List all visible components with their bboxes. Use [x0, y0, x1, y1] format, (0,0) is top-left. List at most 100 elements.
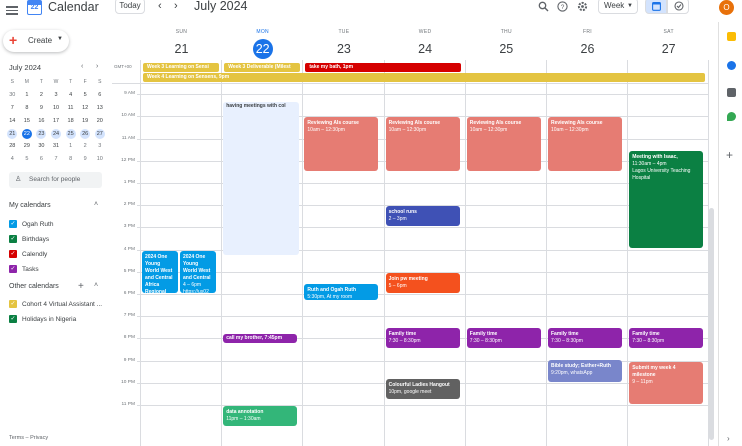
calendar-list-item[interactable]: ✓ Tasks [9, 265, 109, 276]
mini-day[interactable]: 21 [5, 128, 20, 141]
mini-day[interactable]: 3 [49, 89, 64, 102]
mini-day[interactable]: 4 [63, 89, 78, 102]
mini-day[interactable]: 11 [63, 102, 78, 115]
mini-day[interactable]: 24 [49, 128, 64, 141]
mini-day[interactable]: 5 [20, 153, 35, 166]
calendar-list-item[interactable]: ✓ Birthdays [9, 235, 109, 246]
mini-day[interactable]: 20 [92, 115, 107, 128]
mini-day[interactable]: 3 [92, 140, 107, 153]
mini-day[interactable]: 22 [20, 128, 35, 141]
search-icon[interactable] [537, 1, 549, 13]
get-addons-plus-icon[interactable]: + [726, 148, 733, 162]
calendar-checkbox[interactable]: ✓ [9, 235, 17, 243]
mini-day[interactable]: 7 [49, 153, 64, 166]
mini-day[interactable]: 6 [34, 153, 49, 166]
day-header[interactable]: FRI 26 [547, 29, 628, 59]
calendar-event[interactable]: having meetings with col [223, 101, 300, 256]
mini-day[interactable]: 14 [5, 115, 20, 128]
mini-day[interactable]: 1 [20, 89, 35, 102]
day-date[interactable]: 27 [659, 39, 679, 59]
view-selector[interactable]: Week ▼ [598, 0, 638, 14]
other-calendars-title[interactable]: Other calendars [9, 283, 59, 290]
calendar-event[interactable]: Meeting with Isaac, 11:30am – 4pm Lagos Un… [629, 150, 704, 249]
calendar-event[interactable]: Reviewing AIs course 10am – 12:30pm [385, 117, 460, 171]
day-header[interactable]: SAT 27 [628, 29, 709, 59]
calendar-checkbox[interactable]: ✓ [9, 315, 17, 323]
mini-day[interactable]: 30 [5, 89, 20, 102]
calendar-event[interactable]: Family time 7:30 – 8:30pm [385, 328, 460, 349]
mini-day[interactable]: 30 [34, 140, 49, 153]
settings-gear-icon[interactable] [576, 1, 588, 13]
mini-day[interactable]: 29 [20, 140, 35, 153]
mini-day[interactable]: 1 [63, 140, 78, 153]
day-header[interactable]: WED 24 [385, 29, 466, 59]
calendar-checkbox[interactable]: ✓ [9, 300, 17, 308]
day-date[interactable]: 22 [252, 39, 273, 59]
mini-day[interactable]: 28 [5, 140, 20, 153]
mini-day[interactable]: 31 [49, 140, 64, 153]
calendar-event[interactable]: data annotation 11pm – 1:30am [223, 405, 298, 427]
day-header[interactable]: TUE 23 [303, 29, 384, 59]
day-date[interactable]: 26 [578, 39, 598, 59]
terms-privacy-link[interactable]: Terms – Privacy [9, 435, 48, 441]
calendar-event[interactable]: Reviewing AIs course 10am – 12:30pm [466, 117, 541, 171]
calendar-checkbox[interactable]: ✓ [9, 220, 17, 228]
chevron-up-icon[interactable]: ˄ [94, 201, 98, 208]
day-date[interactable]: 24 [415, 39, 435, 59]
maps-icon[interactable] [727, 112, 736, 121]
calendar-event[interactable]: Reviewing AIs course 10am – 12:30pm [304, 117, 379, 171]
mini-day[interactable]: 25 [63, 128, 78, 141]
calendar-event[interactable]: 2024 One Young World West and Central Af… [142, 250, 178, 293]
mini-day[interactable]: 9 [78, 153, 93, 166]
calendar-event[interactable]: Join pw meeting 5 – 6pm [385, 272, 460, 293]
mini-day[interactable]: 26 [78, 128, 93, 141]
grid-scrollbar[interactable] [709, 208, 714, 440]
all-day-event[interactable]: Week 3 Learning on Sensi [143, 63, 219, 72]
mini-day[interactable]: 17 [49, 115, 64, 128]
today-button[interactable]: Today [115, 0, 145, 14]
search-people-input[interactable]: ♙ Search for people [9, 172, 102, 188]
add-calendar-icon[interactable]: + [78, 281, 84, 292]
calendar-list-item[interactable]: ✓ Cohort 4 Virtual Assistant ... [9, 300, 109, 311]
account-avatar[interactable]: O [719, 0, 734, 15]
mini-day[interactable]: 5 [78, 89, 93, 102]
calendar-list-item[interactable]: ✓ Holidays in Nigeria [9, 315, 109, 326]
main-menu-icon[interactable] [6, 4, 18, 16]
calendar-event[interactable]: school runs 2 – 3pm [385, 206, 460, 227]
mini-day[interactable]: 23 [34, 128, 49, 141]
mini-day[interactable]: 15 [20, 115, 35, 128]
mini-day[interactable]: 8 [20, 102, 35, 115]
chevron-right-icon[interactable]: › [174, 0, 178, 12]
calendar-event[interactable]: Family time 7:30 – 8:30pm [548, 328, 622, 349]
calendar-event[interactable]: Family time 7:30 – 8:30pm [466, 328, 541, 349]
create-button[interactable]: + Create ▼ [3, 30, 69, 52]
day-header[interactable]: MON 22 [222, 29, 303, 59]
keep-icon[interactable] [727, 32, 736, 41]
mini-day[interactable]: 19 [78, 115, 93, 128]
mini-day[interactable]: 2 [78, 140, 93, 153]
calendar-checkbox[interactable]: ✓ [9, 250, 17, 258]
day-header[interactable]: THU 25 [466, 29, 547, 59]
mini-day[interactable]: 4 [5, 153, 20, 166]
day-date[interactable]: 25 [496, 39, 516, 59]
mini-prev-icon[interactable]: ‹ [81, 63, 83, 70]
mini-day[interactable]: 7 [5, 102, 20, 115]
chevron-left-icon[interactable]: ‹ [158, 0, 162, 12]
calendar-list-item[interactable]: ✓ Calendly [9, 250, 109, 261]
calendar-event[interactable]: Family time 7:30 – 8:30pm [629, 328, 704, 349]
mini-day[interactable]: 13 [92, 102, 107, 115]
calendar-event[interactable]: Bible study; Esther+Ruth 9:20pm, whatsApp [548, 360, 622, 382]
mini-day[interactable]: 18 [63, 115, 78, 128]
mini-day[interactable]: 12 [78, 102, 93, 115]
mini-day[interactable]: 27 [92, 128, 107, 141]
calendar-event[interactable]: 2024 One Young World West and Central 4 –… [180, 250, 216, 293]
all-day-event[interactable]: Week 3 Deliverable (Milest [224, 63, 301, 72]
calendar-event[interactable]: Reviewing AIs course 10am – 12:30pm [548, 117, 622, 171]
chevron-up-icon[interactable]: ˄ [94, 282, 98, 289]
all-day-event[interactable]: Week 4 Learning on Sensens, 9pm [143, 73, 705, 82]
chevron-right-icon[interactable]: › [727, 434, 730, 443]
mini-day[interactable]: 6 [92, 89, 107, 102]
calendar-view-toggle[interactable] [645, 0, 667, 14]
day-header[interactable]: SUN 21 [141, 29, 222, 59]
mini-day[interactable]: 8 [63, 153, 78, 166]
